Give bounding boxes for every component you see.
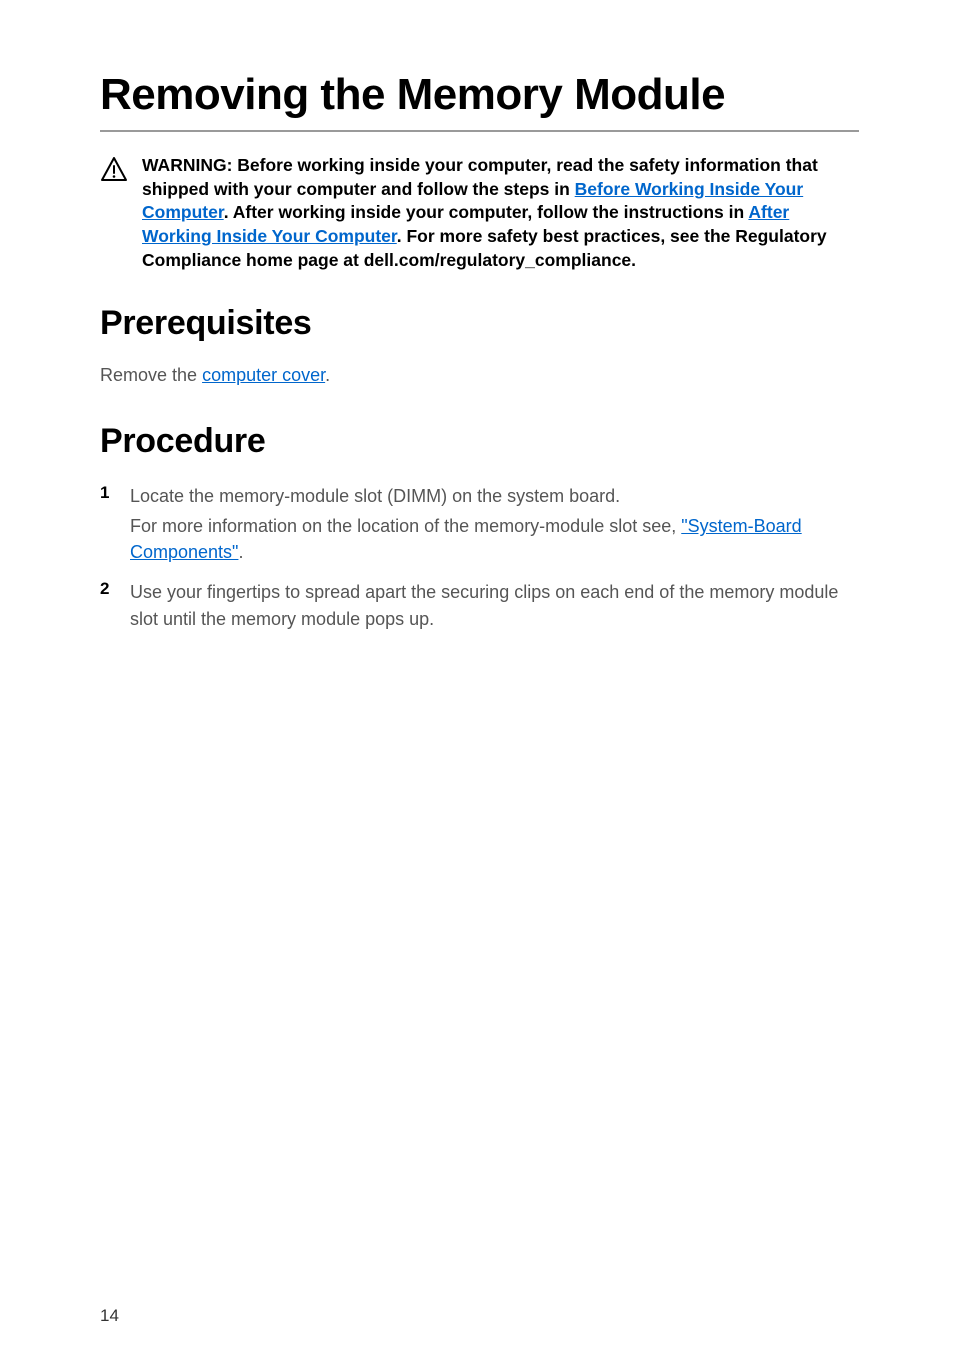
warning-block: WARNING: Before working inside your comp…: [100, 154, 859, 272]
prereq-pre: Remove the: [100, 365, 202, 385]
step2-line1: Use your fingertips to spread apart the …: [130, 579, 859, 631]
prerequisites-text: Remove the computer cover.: [100, 365, 859, 386]
heading-prerequisites: Prerequisites: [100, 304, 859, 343]
step1-line2-post: .: [238, 542, 243, 562]
heading-procedure: Procedure: [100, 422, 859, 461]
step1-line2-pre: For more information on the location of …: [130, 516, 681, 536]
page-title: Removing the Memory Module: [100, 70, 859, 132]
procedure-step-2: Use your fingertips to spread apart the …: [100, 579, 859, 635]
link-computer-cover[interactable]: computer cover: [202, 365, 325, 385]
step1-line2: For more information on the location of …: [130, 513, 859, 565]
prereq-post: .: [325, 365, 330, 385]
warning-icon: [100, 156, 128, 187]
step1-line1: Locate the memory-module slot (DIMM) on …: [130, 483, 859, 509]
page-number: 14: [100, 1306, 119, 1326]
warning-mid: . After working inside your computer, fo…: [224, 202, 749, 222]
procedure-list: Locate the memory-module slot (DIMM) on …: [100, 483, 859, 635]
procedure-step-1: Locate the memory-module slot (DIMM) on …: [100, 483, 859, 569]
warning-text: WARNING: Before working inside your comp…: [142, 154, 859, 272]
